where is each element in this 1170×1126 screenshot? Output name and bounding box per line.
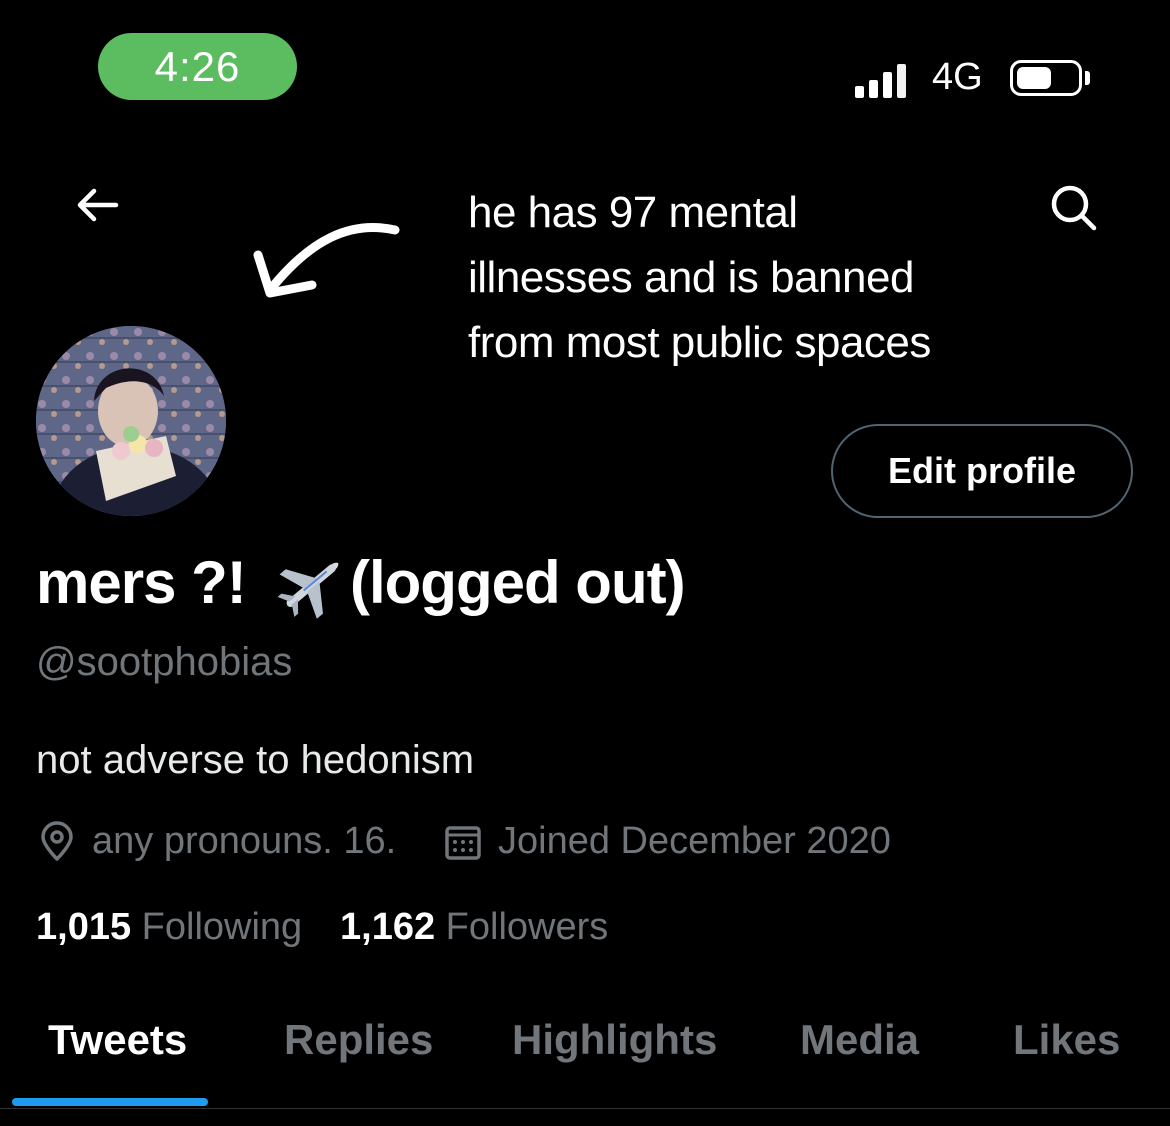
profile-bio: not adverse to hedonism <box>36 738 475 782</box>
following-link[interactable]: 1,015 Following <box>36 906 302 949</box>
tab-media[interactable]: Media <box>800 1016 919 1064</box>
banner-caption: he has 97 mental illnesses and is banned… <box>468 180 1088 375</box>
banner-line: illnesses and is banned <box>468 253 914 302</box>
avatar[interactable] <box>36 326 226 516</box>
cellular-signal-icon <box>855 58 915 98</box>
followers-count: 1,162 <box>340 906 436 948</box>
search-icon[interactable] <box>1046 180 1100 234</box>
tab-replies[interactable]: Replies <box>284 1016 433 1064</box>
avatar-photo <box>36 326 226 516</box>
calendar-icon <box>445 825 481 860</box>
tab-likes[interactable]: Likes <box>1013 1016 1120 1064</box>
user-handle: @sootphobias <box>36 640 293 684</box>
banner-line: from most public spaces <box>468 318 931 367</box>
hand-drawn-arrow-icon <box>253 223 400 298</box>
tab-highlights[interactable]: Highlights <box>512 1016 717 1064</box>
battery-tip <box>1085 71 1090 85</box>
followers-label: Followers <box>445 906 609 948</box>
joined-meta: Joined December 2020 <box>442 820 891 863</box>
tab-tweets[interactable]: Tweets <box>48 1016 187 1064</box>
battery-icon <box>1010 60 1082 96</box>
location-text: any pronouns. 16. <box>92 820 397 862</box>
joined-text: Joined December 2020 <box>498 820 891 862</box>
location-pin-icon <box>41 820 73 861</box>
network-type: 4G <box>932 56 983 98</box>
location-meta: any pronouns. 16. <box>36 820 396 863</box>
status-time: 4:26 <box>98 33 297 100</box>
following-label: Following <box>141 906 303 948</box>
active-tab-indicator <box>12 1098 208 1106</box>
banner-line: he has 97 mental <box>468 188 798 237</box>
followers-link[interactable]: 1,162 Followers <box>340 906 608 949</box>
airplane-icon <box>277 562 339 619</box>
tab-divider <box>0 1108 1170 1109</box>
edit-profile-button[interactable]: Edit profile <box>831 424 1133 518</box>
display-name-prefix: mers ?! <box>36 549 247 616</box>
display-name-suffix: (logged out) <box>350 549 686 616</box>
back-arrow-icon[interactable] <box>72 180 122 230</box>
following-count: 1,015 <box>36 906 132 948</box>
